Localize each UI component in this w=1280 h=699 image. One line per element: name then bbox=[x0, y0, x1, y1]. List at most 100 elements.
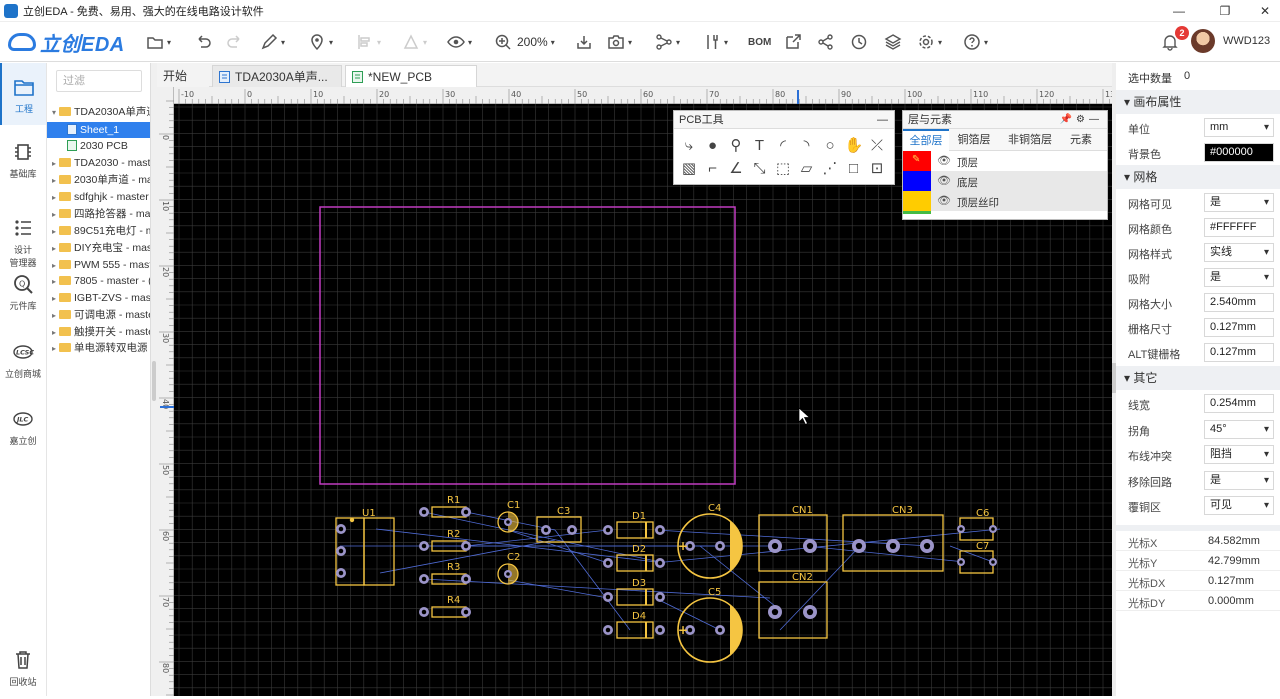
minimize-button[interactable]: — bbox=[1164, 0, 1194, 22]
zoom-menu-button[interactable]: 200% ▾ bbox=[494, 31, 555, 53]
collapse-arrow-icon[interactable]: ▸ bbox=[49, 341, 59, 356]
nav-component-library[interactable]: Q 元件库 bbox=[0, 273, 46, 312]
grid-value-input[interactable]: 2.540mm bbox=[1204, 293, 1274, 312]
settings-menu-button[interactable]: ▾ bbox=[917, 31, 942, 53]
section-canvas-properties[interactable]: ▾ 画布属性 bbox=[1116, 90, 1280, 114]
collapse-arrow-icon[interactable]: ▸ bbox=[49, 325, 59, 340]
collapse-arrow-icon[interactable]: ▸ bbox=[49, 258, 59, 273]
file-menu-button[interactable]: ▾ bbox=[146, 31, 171, 53]
grid-value-input[interactable]: #FFFFFF bbox=[1204, 218, 1274, 237]
arc-icon[interactable]: ◜ bbox=[774, 137, 792, 155]
collapse-arrow-icon[interactable]: ▸ bbox=[49, 173, 59, 188]
share-net-button[interactable]: ▾ bbox=[655, 31, 680, 53]
eye-icon[interactable]: 👁 bbox=[937, 194, 951, 207]
pcb-tools-minimize[interactable]: — bbox=[877, 111, 888, 129]
user-avatar[interactable] bbox=[1191, 29, 1215, 53]
place-menu-button[interactable]: ▾ bbox=[308, 31, 333, 53]
tree-item[interactable]: ▸ TDA2030 - maste bbox=[47, 155, 150, 171]
tree-item[interactable]: ▸ 触摸开关 - maste bbox=[47, 324, 150, 340]
help-menu-button[interactable]: ▾ bbox=[963, 31, 988, 53]
collapse-arrow-icon[interactable]: ▸ bbox=[49, 207, 59, 222]
other-value-select[interactable]: 阻挡 bbox=[1204, 445, 1274, 464]
layers-tab-noncopper[interactable]: 非铜箔层 bbox=[999, 129, 1061, 151]
section-other[interactable]: ▾ 其它 bbox=[1116, 366, 1280, 390]
track-icon[interactable]: ⤷ bbox=[680, 137, 698, 155]
history-button[interactable] bbox=[850, 31, 868, 53]
circle-icon[interactable]: ○ bbox=[821, 137, 839, 155]
layers-tab-all[interactable]: 全部层 bbox=[903, 129, 949, 151]
corner-icon[interactable]: ⌐ bbox=[704, 160, 722, 178]
board-outline[interactable] bbox=[319, 206, 736, 485]
align-menu-button[interactable]: ▾ bbox=[356, 31, 381, 53]
image-icon[interactable]: ▧ bbox=[680, 160, 698, 178]
copper-area-icon[interactable]: ⤡ bbox=[751, 160, 769, 178]
grid-value-select[interactable]: 是 bbox=[1204, 268, 1274, 287]
tree-item[interactable]: ▸ 四路抢答器 - mas bbox=[47, 206, 150, 222]
collapse-arrow-icon[interactable]: ▸ bbox=[49, 291, 59, 306]
tab-schematic[interactable]: TDA2030A单声... bbox=[212, 65, 342, 87]
other-value-input[interactable]: 0.254mm bbox=[1204, 394, 1274, 413]
nav-basic-library[interactable]: 基础库 bbox=[0, 141, 46, 180]
connect-icon[interactable]: ⤫ bbox=[868, 137, 886, 155]
tree-item[interactable]: ▸ 单电源转双电源 - bbox=[47, 340, 150, 356]
undo-button[interactable] bbox=[194, 31, 212, 53]
tree-item[interactable]: ▸ PWM 555 - mast bbox=[47, 257, 150, 273]
rect-region-icon[interactable]: ▱ bbox=[798, 160, 816, 178]
grid-value-input[interactable]: 0.127mm bbox=[1204, 318, 1274, 337]
nav-recycle-bin[interactable]: 回收站 bbox=[0, 649, 46, 688]
layer-row[interactable]: 👁 底层 bbox=[903, 171, 1107, 191]
minimize-icon[interactable]: — bbox=[1089, 114, 1103, 125]
layer-row[interactable]: 👁 顶层丝印 bbox=[903, 191, 1107, 211]
grid-value-input[interactable]: 0.127mm bbox=[1204, 343, 1274, 362]
canvas-value-select[interactable]: mm bbox=[1204, 118, 1274, 137]
layers-button[interactable] bbox=[884, 31, 902, 53]
tree-item[interactable]: ▾ TDA2030A单声道 bbox=[47, 104, 150, 120]
view-menu-button[interactable]: ▾ bbox=[447, 31, 472, 53]
grid-value-select[interactable]: 是 bbox=[1204, 193, 1274, 212]
tree-item[interactable]: Sheet_1 bbox=[47, 122, 150, 138]
tab-start[interactable]: 开始 bbox=[157, 65, 209, 87]
import-button[interactable] bbox=[575, 31, 593, 53]
collapse-arrow-icon[interactable]: ▸ bbox=[49, 156, 59, 171]
layer-color-swatch[interactable] bbox=[903, 191, 931, 211]
pan-icon[interactable]: ✋ bbox=[845, 137, 864, 155]
eye-icon[interactable]: 👁 bbox=[937, 154, 951, 167]
gear-icon[interactable]: ⚙ bbox=[1076, 114, 1089, 125]
splitter-handle[interactable] bbox=[152, 361, 156, 401]
section-grid[interactable]: ▾ 网格 bbox=[1116, 165, 1280, 189]
edit-menu-button[interactable]: ▾ bbox=[260, 31, 285, 53]
canvas-value-input[interactable]: #000000 bbox=[1204, 143, 1274, 162]
filter-input[interactable]: 过滤 bbox=[56, 70, 142, 92]
grid-value-select[interactable]: 实线 bbox=[1204, 243, 1274, 262]
layer-row[interactable]: ✎ 👁 顶层 bbox=[903, 151, 1107, 171]
collapse-arrow-icon[interactable]: ▸ bbox=[49, 190, 59, 205]
layer-color-swatch[interactable]: ✎ bbox=[903, 151, 931, 171]
pin-icon[interactable]: 📌 bbox=[1060, 114, 1076, 125]
pad-icon[interactable]: ● bbox=[704, 137, 722, 155]
other-value-select[interactable]: 可见 bbox=[1204, 496, 1274, 515]
export-image-button[interactable]: ▾ bbox=[607, 31, 632, 53]
tree-item[interactable]: ▸ 7805 - master - ( bbox=[47, 273, 150, 289]
text-icon[interactable]: T bbox=[751, 137, 769, 155]
username[interactable]: WWD123 bbox=[1223, 35, 1270, 47]
tree-item[interactable]: ▸ DIY充电宝 - mas bbox=[47, 240, 150, 256]
tree-item[interactable]: 2030 PCB bbox=[47, 138, 150, 154]
tools-menu-button[interactable]: ▾ bbox=[703, 31, 728, 53]
redo-button[interactable] bbox=[226, 31, 244, 53]
tab-new-pcb[interactable]: *NEW_PCB bbox=[345, 65, 477, 87]
ratline-icon[interactable]: ⋰ bbox=[821, 160, 839, 178]
route-menu-button[interactable]: ▾ bbox=[402, 31, 427, 53]
tree-item[interactable]: ▸ 2030单声道 - ma bbox=[47, 172, 150, 188]
other-value-select[interactable]: 45° bbox=[1204, 419, 1274, 439]
bom-button[interactable]: BOM bbox=[748, 31, 771, 53]
tree-item[interactable]: ▸ IGBT-ZVS - mast bbox=[47, 290, 150, 306]
expand-arrow-icon[interactable]: ▾ bbox=[49, 105, 59, 120]
collapse-arrow-icon[interactable]: ▸ bbox=[49, 224, 59, 239]
group-icon[interactable]: ⊡ bbox=[868, 160, 886, 178]
solid-region-icon[interactable]: ⬚ bbox=[774, 160, 792, 178]
eye-icon[interactable]: 👁 bbox=[937, 174, 951, 187]
fabrication-button[interactable] bbox=[784, 31, 802, 53]
layer-color-swatch[interactable] bbox=[903, 171, 931, 191]
layers-tab-elements[interactable]: 元素 bbox=[1061, 129, 1101, 151]
nav-jlc[interactable]: JLC 嘉立创 bbox=[0, 408, 46, 447]
